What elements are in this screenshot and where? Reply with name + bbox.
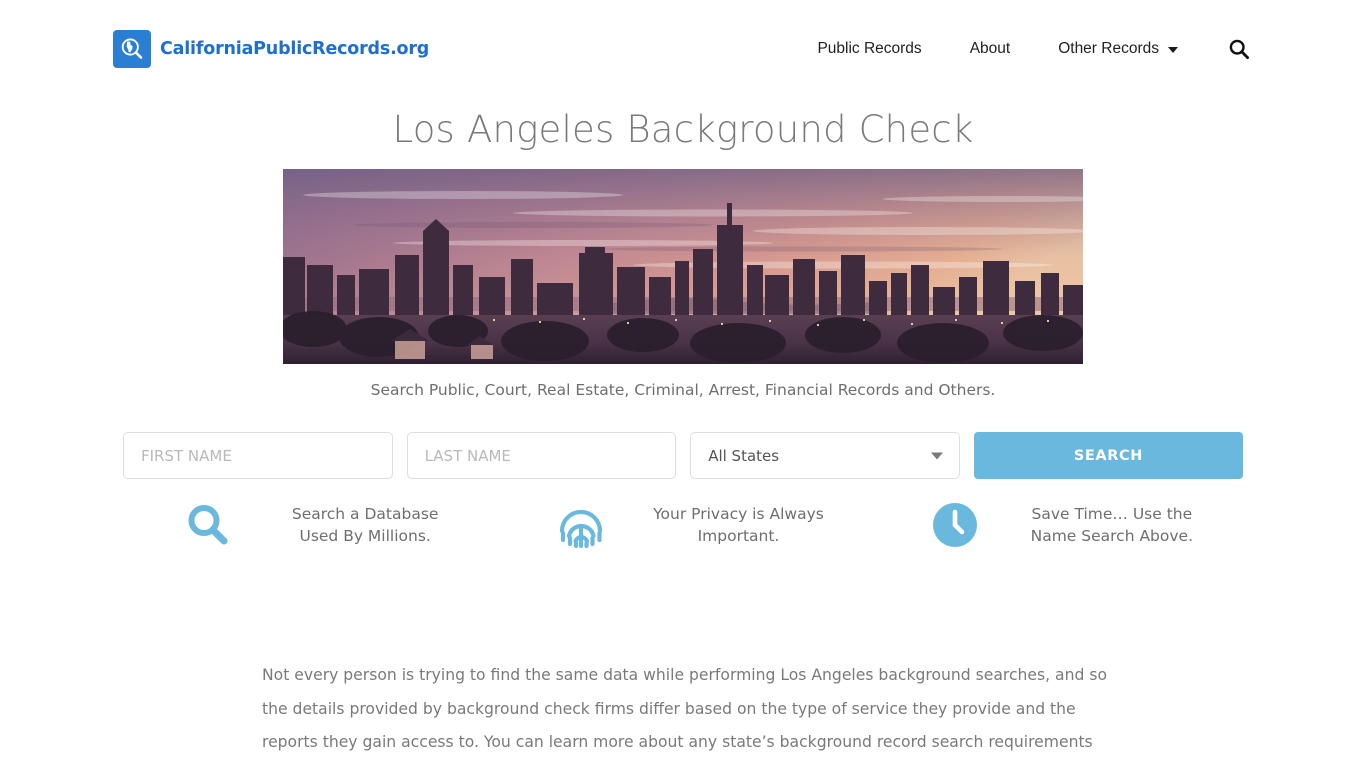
la-skyline-illustration <box>283 169 1083 364</box>
page-title: Los Angeles Background Check <box>392 108 974 151</box>
feature-list: Search a Database Used By Millions. Your… <box>123 492 1243 558</box>
nav-item-public-records[interactable]: Public Records <box>793 36 945 62</box>
nav-item-about[interactable]: About <box>946 36 1035 62</box>
hero-subtitle: Search Public, Court, Real Estate, Crimi… <box>370 381 996 399</box>
site-logo[interactable]: CaliforniaPublicRecords.org <box>113 30 429 68</box>
first-name-input[interactable] <box>123 432 393 479</box>
feature-text: Search a Database Used By Millions. <box>240 503 496 547</box>
magnifier-icon <box>176 494 240 556</box>
fingerprint-icon <box>549 494 613 556</box>
state-select[interactable]: All States <box>690 432 960 479</box>
feature-text: Save Time… Use the Name Search Above. <box>987 503 1243 547</box>
feature-line-2: Name Search Above. <box>1030 527 1194 545</box>
feature-item-save-time: Save Time… Use the Name Search Above. <box>870 492 1243 558</box>
chevron-down-icon <box>1168 47 1178 53</box>
nav-label: Other Records <box>1058 40 1159 57</box>
last-name-input[interactable] <box>406 432 677 479</box>
nav-item-other-records[interactable]: Other Records <box>1034 36 1202 62</box>
search-icon <box>1229 39 1250 60</box>
article-paragraph: Not every person is trying to find the s… <box>262 666 1108 768</box>
page-root: CaliforniaPublicRecords.org Public Recor… <box>0 0 1366 768</box>
main-navigation: Public Records About Other Records <box>793 36 1250 62</box>
chevron-down-icon <box>930 452 943 459</box>
name-search-form: All States SEARCH <box>123 432 1243 479</box>
state-select-value: All States <box>708 446 780 465</box>
feature-line-1: Search a Database <box>291 505 439 523</box>
feature-text: Your Privacy is Always Important. <box>613 503 869 547</box>
site-header: CaliforniaPublicRecords.org Public Recor… <box>0 0 1366 96</box>
nav-label: Public Records <box>817 40 922 57</box>
clock-icon <box>923 494 987 556</box>
feature-line-1: Save Time… Use the <box>1031 505 1193 523</box>
nav-label: About <box>969 40 1011 57</box>
search-submit-button[interactable]: SEARCH <box>973 432 1243 479</box>
header-search-button[interactable] <box>1202 38 1250 60</box>
feature-line-2: Used By Millions. <box>299 527 431 545</box>
feature-line-2: Important. <box>697 527 780 545</box>
site-logo-text: CaliforniaPublicRecords.org <box>160 39 430 59</box>
feature-item-search-database: Search a Database Used By Millions. <box>123 492 496 558</box>
magnifier-california-icon <box>113 30 151 68</box>
hero-image <box>283 169 1083 364</box>
feature-item-privacy: Your Privacy is Always Important. <box>496 492 869 558</box>
feature-line-1: Your Privacy is Always <box>653 505 824 523</box>
